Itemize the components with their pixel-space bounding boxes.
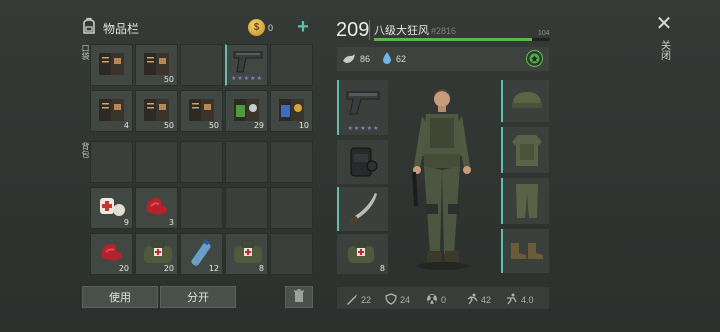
tactical-backpack-icon [350,147,378,177]
backpack-slot-9[interactable] [270,187,313,229]
pocket-slot-6[interactable]: 50 [135,90,178,132]
split-button[interactable]: 分开 [160,286,236,308]
backpack-slot-8[interactable] [225,187,268,229]
backpack-slot-2[interactable] [180,141,223,183]
medkit-bag-icon [348,240,374,263]
item-count: 20 [118,264,129,273]
water-icon [382,51,392,69]
trash-icon [293,288,305,306]
water-value: 62 [396,54,407,64]
item-count: 50 [208,121,219,130]
backpack-slot-13[interactable]: 8 [225,233,268,275]
food-icon [342,52,356,70]
item-stars: ★★★★★ [231,76,263,82]
pocket-slot-8[interactable]: 29 [225,90,268,132]
stat-value: 24 [400,295,411,305]
close-icon: ✕ [655,13,673,35]
backpack-slot-5[interactable]: 9 [90,187,133,229]
close-button[interactable]: ✕ 关闭 [652,14,676,68]
item-count: 8 [258,264,264,273]
backpack-slot-6[interactable]: 3 [135,187,178,229]
melee-slot[interactable] [337,187,388,231]
player-level: 209 [336,19,370,41]
pocket-slot-9[interactable]: 10 [270,90,313,132]
backpack-slot-7[interactable] [180,187,223,229]
backpack-icon [80,17,98,35]
stealth-icon [506,293,518,307]
backpack-slot-14[interactable] [270,233,313,275]
medkit-slot[interactable]: 8 [337,234,388,274]
helmet-slot[interactable] [501,80,549,122]
item-count: 3 [168,218,174,227]
stat-stealth: 4.0 [506,293,534,307]
pistol-stars: ★★★★★ [347,126,380,132]
stat-value: 42 [481,295,492,305]
stat-radiation: 0 [426,293,446,307]
item-count: 12 [208,264,219,273]
machete-icon [349,193,377,224]
item-count: 4 [123,121,129,130]
body-armor-icon [512,135,542,166]
pocket-slot-0[interactable] [90,44,133,86]
backpack-slot-12[interactable]: 12 [180,233,223,275]
xp-max: 104 [538,30,550,37]
pocket-slot-1[interactable]: 50 [135,44,178,86]
skills-star-button[interactable] [526,50,543,67]
inventory-title: 物品栏 [103,22,140,36]
star-icon [529,53,540,64]
player-id: #2816 [431,26,457,36]
notebook-icon [96,49,128,84]
pocket-slot-2[interactable] [180,44,223,86]
trash-button[interactable] [285,286,313,308]
pants-slot[interactable] [501,178,549,224]
close-label: 关闭 [658,40,670,60]
speed-icon [466,293,478,307]
item-count: 20 [163,264,174,273]
item-count: 29 [253,121,264,130]
stat-value: 0 [441,295,447,305]
attack-icon [346,293,358,307]
item-count: 50 [163,121,174,130]
backpack-slot-3[interactable] [225,141,268,183]
player-name: 八级大狂风 #2816 [374,22,456,38]
radiation-icon [426,293,438,307]
pants-icon [516,184,538,218]
pocket-slot-5[interactable]: 4 [90,90,133,132]
stat-value: 22 [361,295,372,305]
coin-icon: $ [248,19,265,36]
backpack-slot-10[interactable]: 20 [90,233,133,275]
backpack-slot-4[interactable] [270,141,313,183]
item-count: 10 [298,121,309,130]
weapon-slot-pistol[interactable]: ★★★★★ [337,80,388,135]
medkit-count: 8 [379,264,385,273]
stat-attack: 22 [346,293,371,307]
coin-count: 0 [268,23,274,33]
pistol-icon [346,91,380,115]
boots-icon [511,243,543,259]
backpack-slot[interactable] [337,140,388,184]
boots-slot[interactable] [501,229,549,273]
stat-value: 4.0 [521,295,534,305]
xp-bar [374,38,550,41]
use-button[interactable]: 使用 [82,286,158,308]
pocket-slot-7[interactable]: 50 [180,90,223,132]
level-divider [369,20,370,40]
character-avatar [408,86,478,270]
food-value: 86 [360,54,371,64]
item-count: 50 [163,75,174,84]
defense-icon [385,293,397,307]
stat-defense: 24 [385,293,410,307]
backpack-slot-1[interactable] [135,141,178,183]
stat-speed: 42 [466,293,491,307]
add-coins-button[interactable]: + [293,17,313,38]
pocket-slot-3[interactable]: ★★★★★ [225,44,268,86]
headgear-icon [512,92,542,108]
backpack-slot-11[interactable]: 20 [135,233,178,275]
player-name-text: 八级大狂风 [374,25,429,37]
item-count: 9 [123,218,129,227]
pocket-slot-4[interactable] [270,44,313,86]
armor-slot[interactable] [501,127,549,173]
backpack-slot-0[interactable] [90,141,133,183]
xp-bar-fill [374,38,533,41]
